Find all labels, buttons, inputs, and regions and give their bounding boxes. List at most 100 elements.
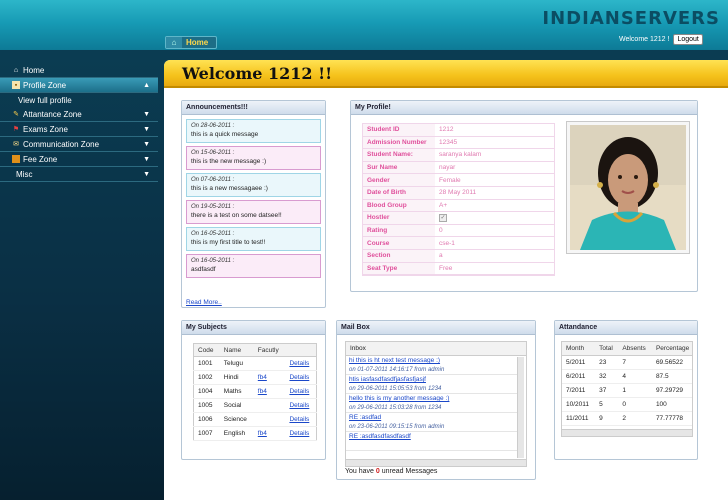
faculty-link[interactable]: fb4 — [258, 374, 267, 381]
attendance-month: 7/2011 — [562, 383, 596, 398]
panel-title: My Profile! — [351, 101, 697, 115]
profile-field-value: Female — [439, 176, 461, 184]
attendance-total: 32 — [595, 369, 619, 384]
table-header-row: Code Name Facutly — [193, 343, 317, 357]
subject-name: English — [219, 426, 254, 441]
brand-logo: INDIANSERVERS — [542, 8, 720, 29]
user-greeting: Welcome 1212 ! Logout — [619, 34, 703, 45]
subject-code: 1004 — [193, 384, 220, 399]
profile-field-value: cse-1 — [439, 239, 455, 247]
mail-subject-link[interactable]: htis iasfasdfasdfjasfasfjasjf — [349, 376, 515, 383]
subject-details-cell: Details — [285, 412, 317, 427]
subject-code: 1005 — [193, 398, 220, 413]
announcement-date: On 15-06-2011 : — [191, 150, 235, 156]
subject-faculty-cell: fb4 — [253, 384, 286, 399]
inbox-vertical-scrollbar[interactable] — [517, 357, 524, 458]
announcement-item: On 28-06-2011 : this is a quick message — [186, 119, 321, 143]
logout-button[interactable]: Logout — [673, 34, 703, 45]
faculty-link[interactable]: fb4 — [258, 430, 267, 437]
attendance-horizontal-scrollbar[interactable] — [562, 429, 692, 436]
attendance-icon: ✎ — [13, 111, 19, 118]
column-header: Percentage — [651, 342, 692, 356]
breadcrumb[interactable]: ⌂ Home — [165, 36, 217, 49]
inbox-item[interactable]: RE :asdfasdfasdfasdf — [346, 432, 518, 451]
subject-code: 1007 — [193, 426, 220, 441]
details-link[interactable]: Details — [289, 388, 309, 395]
profile-field-label: Course — [363, 237, 435, 249]
chevron-down-icon: ▼ — [143, 125, 150, 133]
column-header: Absents — [618, 342, 652, 356]
inbox-item[interactable]: htis iasfasdfasdfjasfasfjasjf on 29-06-20… — [346, 375, 518, 394]
table-row: 7/2011 37 1 97.29729 — [562, 383, 692, 398]
chevron-down-icon: ▼ — [143, 170, 150, 178]
sidebar-item-exams-zone[interactable]: ⚑ Exams Zone ▼ — [0, 122, 158, 137]
student-photo — [566, 121, 690, 254]
column-header: Name — [219, 343, 254, 357]
panel-title: Announcements!!! — [182, 101, 325, 115]
chevron-down-icon: ▼ — [143, 110, 150, 118]
attendance-month: 10/2011 — [562, 397, 596, 412]
sidebar-item-label: Fee Zone — [23, 154, 58, 164]
mail-subject-link[interactable]: hello this is my another message :) — [349, 395, 515, 402]
subject-details-cell: Details — [285, 426, 317, 441]
inbox-horizontal-scrollbar[interactable] — [346, 459, 526, 466]
profile-row: Gender Female — [363, 174, 554, 187]
sidebar-item-fee-zone[interactable]: Fee Zone ▼ — [0, 152, 158, 167]
column-header: Total — [595, 342, 619, 356]
profile-row: Admission Number 12345 — [363, 136, 554, 150]
subject-details-cell: Details — [285, 356, 317, 371]
profile-field-value: A+ — [439, 201, 448, 209]
read-more-link[interactable]: Read More.. — [186, 299, 222, 306]
sidebar-item-profile-zone[interactable]: ▪ Profile Zone ▲ — [0, 78, 158, 93]
profile-table: Student ID 1212 Admission Number 12345 Stude… — [362, 123, 555, 277]
sidebar-item-home[interactable]: ⌂ Home — [0, 63, 158, 78]
sidebar-subitem-view-full-profile[interactable]: View full profile — [0, 93, 158, 107]
hostler-checkbox: ✓ — [439, 213, 447, 222]
table-row: 1001 Telugu Details — [193, 356, 317, 371]
subject-faculty-cell — [253, 356, 286, 371]
announcement-item: On 07-06-2011 : this is a new messagaee … — [186, 173, 321, 197]
panel-title: Mail Box — [337, 321, 535, 335]
faculty-link[interactable]: fb4 — [258, 388, 267, 395]
profile-field-value: 28 May 2011 — [439, 189, 477, 197]
subject-faculty-cell: fb4 — [253, 370, 286, 385]
attendance-absents: 4 — [618, 369, 652, 384]
details-link[interactable]: Details — [289, 374, 309, 381]
details-link[interactable]: Details — [289, 416, 309, 423]
attendance-percentage: 69.56522 — [651, 355, 692, 370]
attendance-table: Month Total Absents Percentage 5/2011 23 7… — [562, 342, 692, 426]
table-row: 1006 Science Details — [193, 412, 317, 427]
profile-field-label: Admission Number — [363, 136, 435, 149]
profile-field-label: Gender — [363, 174, 435, 186]
mail-subject-link[interactable]: RE :asdfad — [349, 414, 515, 421]
profile-field-value: nayar — [439, 164, 456, 172]
attendance-month: 5/2011 — [562, 355, 596, 370]
mail-subject-link[interactable]: hi this is ht next test message :) — [349, 357, 515, 364]
attendance-total: 5 — [595, 397, 619, 412]
details-link[interactable]: Details — [289, 360, 309, 367]
sidebar-item-communication-zone[interactable]: ✉ Communication Zone ▼ — [0, 137, 158, 152]
top-header: INDIANSERVERS ⌂ Home Welcome 1212 ! Logo… — [0, 0, 728, 50]
inbox-item[interactable]: hi this is ht next test message :) on 01-… — [346, 356, 518, 375]
profile-field-value: a — [439, 252, 443, 260]
inbox-item[interactable]: RE :asdfad on 23-06-2011 09:15:15 from ad… — [346, 413, 518, 432]
subject-code: 1002 — [193, 370, 220, 385]
attendance-absents: 1 — [618, 383, 652, 398]
column-header: Month — [562, 342, 596, 356]
sidebar-item-misc[interactable]: Misc ▼ — [0, 167, 158, 182]
table-row: 11/2011 9 2 77.77778 — [562, 411, 692, 426]
inbox-item[interactable]: hello this is my another message :) on 29… — [346, 394, 518, 413]
table-row: 6/2011 32 4 87.5 — [562, 369, 692, 384]
mailbox-panel: Mail Box Inbox hi this is ht next test m… — [336, 320, 536, 480]
table-row: 10/2011 5 0 100 — [562, 397, 692, 412]
details-link[interactable]: Details — [289, 430, 309, 437]
mail-subject-link[interactable]: RE :asdfasdfasdfasdf — [349, 433, 515, 440]
mail-meta: on 01-07-2011 14:16:17 from admin — [349, 367, 445, 373]
details-link[interactable]: Details — [289, 402, 309, 409]
sidebar-item-attantance-zone[interactable]: ✎ Attantance Zone ▼ — [0, 107, 158, 122]
profile-field-label: Hostler — [363, 212, 435, 224]
sidebar-subitem-label: View full profile — [18, 95, 72, 105]
welcome-banner: Welcome 1212 !! — [164, 60, 728, 88]
subject-code: 1006 — [193, 412, 220, 427]
announcement-text: this is a quick message — [191, 131, 259, 138]
